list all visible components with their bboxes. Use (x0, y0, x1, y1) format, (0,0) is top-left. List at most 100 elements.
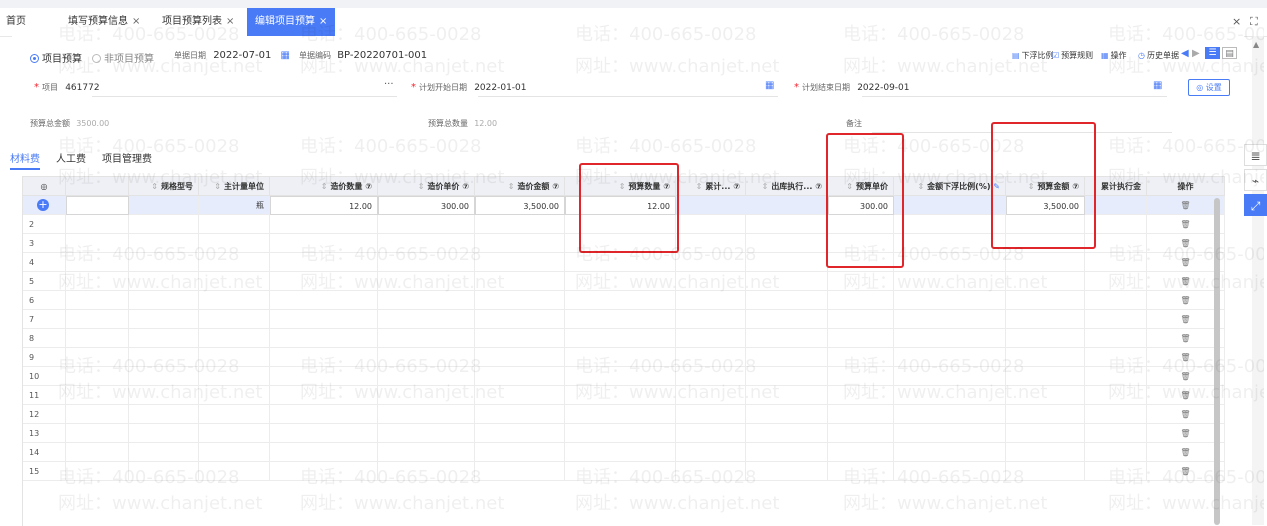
grid-cell[interactable] (475, 329, 565, 348)
grid-cell[interactable] (828, 405, 894, 424)
grid-cell[interactable] (66, 310, 129, 329)
grid-cell[interactable] (270, 310, 378, 329)
grid-cell[interactable] (270, 424, 378, 443)
grid-cell[interactable] (475, 348, 565, 367)
toolbar-history-button[interactable]: ◷ 历史单据 (1138, 50, 1179, 61)
grid-cell[interactable] (565, 386, 676, 405)
grid-cell[interactable] (894, 424, 1006, 443)
grid-cell[interactable] (1006, 234, 1085, 253)
grid-cell[interactable] (199, 367, 270, 386)
grid-cell[interactable] (1006, 215, 1085, 234)
grid-cell[interactable] (199, 386, 270, 405)
column-header-spec-model[interactable]: ⇕ 规格型号 (129, 177, 199, 196)
grid-cell[interactable] (676, 386, 746, 405)
grid-cell[interactable] (1006, 405, 1085, 424)
grid-cell[interactable] (828, 215, 894, 234)
next-arrow-icon[interactable]: ▶ (1192, 48, 1200, 59)
grid-cell[interactable] (129, 329, 199, 348)
trash-icon[interactable]: 🗑 (1180, 201, 1190, 210)
grid-cell[interactable] (828, 291, 894, 310)
grid-cell[interactable] (828, 234, 894, 253)
grid-cell[interactable] (199, 443, 270, 462)
grid-cell[interactable] (1085, 348, 1147, 367)
trash-icon[interactable]: 🗑 (1180, 315, 1190, 324)
column-header-outbound-exec[interactable]: ⇕ 出库执行... ⑦ (746, 177, 828, 196)
add-row-icon[interactable]: + (37, 199, 49, 211)
trash-icon[interactable]: 🗑 (1180, 467, 1190, 476)
column-header-cum-exec-amount[interactable]: 累计执行金 (1085, 177, 1147, 196)
subtab-material-cost[interactable]: 材料费 (10, 150, 40, 170)
grid-cell[interactable] (1006, 462, 1085, 481)
grid-cell[interactable] (378, 272, 475, 291)
edit-icon[interactable]: ✎ (991, 182, 1000, 191)
grid-cell[interactable] (199, 253, 270, 272)
grid-cell[interactable] (475, 462, 565, 481)
grid-cell[interactable] (676, 424, 746, 443)
grid-cell[interactable] (129, 443, 199, 462)
grid-cell[interactable] (66, 424, 129, 443)
grid-cell[interactable] (894, 348, 1006, 367)
grid-cell[interactable] (828, 386, 894, 405)
sort-icon[interactable]: ⇕ (1028, 182, 1035, 191)
grid-cell[interactable] (129, 424, 199, 443)
grid-cell[interactable] (676, 443, 746, 462)
trash-icon[interactable]: 🗑 (1180, 429, 1190, 438)
sort-icon[interactable]: ⇕ (696, 182, 703, 191)
grid-cell[interactable] (1085, 272, 1147, 291)
grid-cell[interactable] (828, 367, 894, 386)
grid-cell[interactable] (270, 215, 378, 234)
grid-cell[interactable] (378, 215, 475, 234)
side-link-icon[interactable]: ⌁ (1244, 169, 1267, 191)
grid-cell[interactable] (270, 367, 378, 386)
column-header-budget-amount[interactable]: ⇕ 预算金额 ⑦ (1006, 177, 1085, 196)
grid-cell[interactable] (270, 386, 378, 405)
grid-cell[interactable] (565, 215, 676, 234)
trash-icon[interactable]: 🗑 (1180, 334, 1190, 343)
grid-cell[interactable] (129, 462, 199, 481)
sort-icon[interactable]: ⇕ (619, 182, 626, 191)
grid-cell[interactable] (66, 348, 129, 367)
grid-cell[interactable] (828, 272, 894, 291)
trash-icon[interactable]: 🗑 (1180, 277, 1190, 286)
trash-icon[interactable]: 🗑 (1180, 239, 1190, 248)
grid-cell[interactable] (746, 348, 828, 367)
grid-cell[interactable] (828, 329, 894, 348)
grid-cell[interactable] (378, 405, 475, 424)
row-1-cost-qty[interactable]: 12.00 (270, 196, 378, 215)
grid-cell[interactable] (676, 272, 746, 291)
grid-cell[interactable] (676, 405, 746, 424)
tab-project-budget-list[interactable]: 项目预算列表 × (162, 8, 234, 36)
grid-cell[interactable] (475, 386, 565, 405)
grid-cell[interactable] (676, 253, 746, 272)
grid-cell[interactable] (894, 272, 1006, 291)
grid-cell[interactable] (199, 310, 270, 329)
project-more-icon[interactable]: ··· (384, 79, 394, 90)
grid-cell[interactable] (894, 310, 1006, 329)
grid-cell[interactable] (378, 253, 475, 272)
grid-cell[interactable] (565, 462, 676, 481)
sort-icon[interactable]: ⇕ (762, 182, 769, 191)
grid-cell[interactable] (894, 329, 1006, 348)
grid-cell[interactable] (129, 215, 199, 234)
trash-icon[interactable]: 🗑 (1180, 220, 1190, 229)
grid-cell[interactable] (199, 348, 270, 367)
grid-cell[interactable] (1085, 386, 1147, 405)
grid-cell[interactable] (1085, 367, 1147, 386)
grid-cell[interactable] (378, 329, 475, 348)
grid-cell[interactable] (676, 234, 746, 253)
fullscreen-icon[interactable]: ⛶ (1250, 8, 1258, 36)
column-header-blank[interactable] (66, 177, 129, 196)
column-header-cost-amount[interactable]: ⇕ 造价金额 ⑦ (475, 177, 565, 196)
list-view-icon[interactable]: ☰ (1205, 47, 1220, 59)
grid-cell[interactable] (378, 424, 475, 443)
sort-icon[interactable]: ⇕ (214, 182, 221, 191)
grid-cell[interactable] (129, 310, 199, 329)
grid-cell[interactable] (676, 215, 746, 234)
row-1-budget-amount[interactable]: 3,500.00 (1006, 196, 1085, 215)
grid-cell[interactable] (66, 291, 129, 310)
grid-cell[interactable] (676, 291, 746, 310)
radio-nonproject-budget[interactable]: 非项目预算 (92, 50, 154, 65)
grid-cell[interactable] (270, 329, 378, 348)
grid-cell[interactable] (1085, 443, 1147, 462)
grid-cell[interactable] (565, 253, 676, 272)
